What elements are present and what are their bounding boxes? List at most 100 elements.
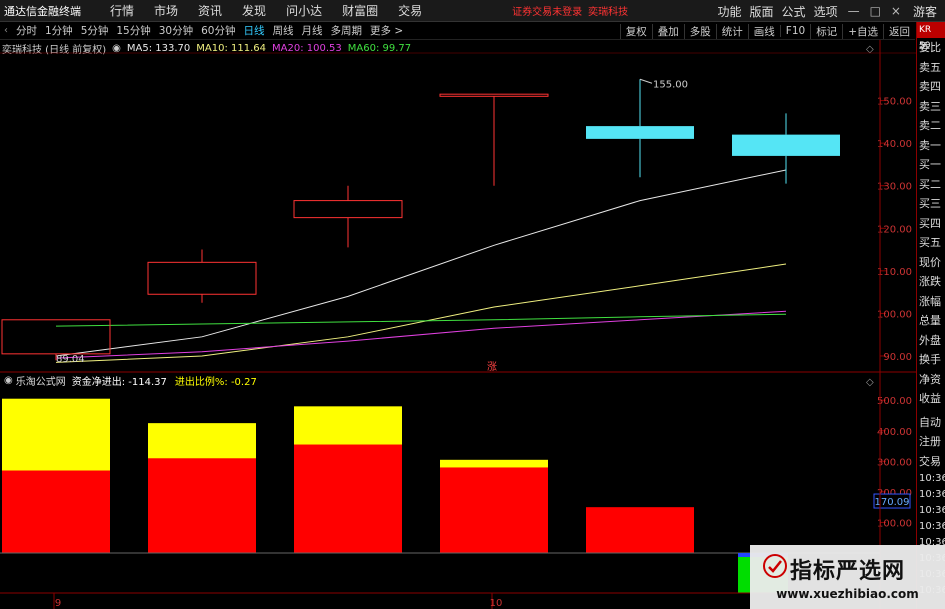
period-tabs: 分时 1分钟 5分钟 15分钟 30分钟 60分钟 日线 周线 月线 多周期 更… xyxy=(12,23,407,38)
candle-body xyxy=(1,319,111,355)
main-menu: 行情 市场 资讯 发现 问小达 财富圈 交易 xyxy=(110,2,442,19)
quote-field-label: 外盘 xyxy=(919,333,941,347)
y-tick-label: 140.00 xyxy=(877,139,912,150)
y-tick-label: 150.00 xyxy=(877,97,912,108)
title-bar: 通达信金融终端 行情 市场 资讯 发现 问小达 财富圈 交易 证券交易未登录 奕… xyxy=(0,0,945,22)
quote-field-label: 净资 xyxy=(919,372,941,386)
menu-item-markets[interactable]: 市场 xyxy=(154,2,178,19)
quote-field-label: 买一 xyxy=(919,158,941,171)
quote-field-label: 收益 xyxy=(919,392,941,405)
ma-line-ma20 xyxy=(55,310,787,359)
minimize-button[interactable]: — xyxy=(848,4,860,18)
y-tick-label: 400.00 xyxy=(877,427,912,438)
quote-field-label: 买四 xyxy=(919,216,941,230)
ma-lines xyxy=(55,169,787,363)
menu-layout[interactable]: 版面 xyxy=(750,3,774,20)
x-tick-label: 9 xyxy=(55,598,61,609)
tick-time: 10:36 xyxy=(919,505,945,516)
sub-chart-diamond-icon: ◇ xyxy=(866,377,874,388)
menu-item-wealth[interactable]: 财富圈 xyxy=(342,2,378,19)
ma-line-ma10 xyxy=(55,263,787,363)
y-tick-label: 90.00 xyxy=(883,352,912,363)
menu-formula[interactable]: 公式 xyxy=(782,3,806,20)
tool-stats[interactable]: 统计 xyxy=(715,23,748,39)
period-tab-weekly[interactable]: 周线 xyxy=(269,23,298,38)
quote-field-label: 卖三 xyxy=(919,99,941,113)
tick-time: 10:36 xyxy=(919,489,945,500)
auto-trade-label[interactable]: 交易 xyxy=(917,452,945,472)
menu-item-market[interactable]: 行情 xyxy=(110,2,134,19)
login-status[interactable]: 证券交易未登录 xyxy=(512,3,582,18)
close-button[interactable]: × xyxy=(891,4,901,18)
tool-add-favorite[interactable]: +自选 xyxy=(842,23,883,39)
candle-body xyxy=(439,93,549,97)
main-annotations: 155.00 89.04 涨 ◇ ◇ xyxy=(56,44,874,388)
auto-trade-label[interactable]: 注册 xyxy=(917,432,945,452)
limit-up-mark: 涨 xyxy=(487,361,497,373)
quote-field-label: 买二 xyxy=(919,177,941,191)
y-tick-label: 100.00 xyxy=(877,518,912,529)
tool-adjust[interactable]: 复权 xyxy=(619,23,652,39)
maximize-button[interactable]: □ xyxy=(870,4,881,18)
red-bar xyxy=(294,444,402,553)
quote-field-label: 买五 xyxy=(919,236,941,249)
quote-field-label: 卖二 xyxy=(919,119,941,132)
quote-field-label: 卖五 xyxy=(919,60,941,74)
candlesticks xyxy=(1,79,840,361)
ma-line-ma60 xyxy=(55,313,787,327)
quote-panel-header[interactable]: KR 50 xyxy=(917,22,945,51)
chart-tools: 复权 叠加 多股 统计 画线 F10 标记 +自选 返回 xyxy=(619,22,915,40)
guest-label[interactable]: 游客 xyxy=(913,3,937,20)
menu-item-discover[interactable]: 发现 xyxy=(242,2,266,19)
toolbar-left-arrow-icon[interactable]: ‹ xyxy=(0,25,12,36)
quote-field-label: 卖一 xyxy=(919,138,941,152)
x-tick-label: 10 xyxy=(490,598,503,609)
quote-field-label: 现价 xyxy=(919,255,941,269)
y-tick-label: 120.00 xyxy=(877,224,912,235)
quote-field-label: 总量 xyxy=(919,314,941,327)
watermark: 指标严选网 www.xuezhibiao.com xyxy=(750,545,945,609)
high-price-label: 155.00 xyxy=(653,79,688,90)
period-tab-30min[interactable]: 30分钟 xyxy=(155,23,197,38)
period-tab-intraday[interactable]: 分时 xyxy=(12,23,41,38)
x-axis: 9 10 xyxy=(53,593,503,609)
quote-field-label: 涨幅 xyxy=(919,294,941,308)
tool-mark[interactable]: 标记 xyxy=(810,23,842,39)
tool-draw[interactable]: 画线 xyxy=(747,23,780,39)
period-tab-15min[interactable]: 15分钟 xyxy=(112,23,154,38)
tick-time: 10:36 xyxy=(919,521,945,532)
period-tab-monthly[interactable]: 月线 xyxy=(298,23,327,38)
right-menu: 功能 版面 公式 选项 — □ × 游客 xyxy=(710,0,945,22)
menu-item-ask[interactable]: 问小达 xyxy=(286,2,322,19)
menu-function[interactable]: 功能 xyxy=(718,3,742,20)
candle-body xyxy=(147,261,257,295)
tool-back[interactable]: 返回 xyxy=(883,23,915,39)
y-tick-label: 100.00 xyxy=(877,309,912,320)
red-bar xyxy=(148,458,256,553)
y-tick-label: 130.00 xyxy=(877,182,912,193)
auto-trade-label[interactable]: 自动 xyxy=(917,413,945,433)
period-tab-5min[interactable]: 5分钟 xyxy=(77,23,113,38)
period-tab-more[interactable]: 更多 > xyxy=(366,23,407,38)
red-bar xyxy=(2,470,110,553)
tool-overlay[interactable]: 叠加 xyxy=(651,23,684,39)
watermark-url: www.xuezhibiao.com xyxy=(776,587,919,601)
period-tab-60min[interactable]: 60分钟 xyxy=(197,23,239,38)
menu-options[interactable]: 选项 xyxy=(814,3,838,20)
period-tab-1min[interactable]: 1分钟 xyxy=(41,23,77,38)
quote-panel: KR 50 委比 卖五 卖四 卖三 卖二 卖一 买一 买二 买三 买四 买五 现价 涨跌 涨幅 总量 外盘 换手… xyxy=(916,22,945,609)
period-tab-multi[interactable]: 多周期 xyxy=(327,23,367,38)
quote-field-label: 买三 xyxy=(919,197,941,210)
stock-tab-name: 奕瑞科技 xyxy=(588,7,629,18)
tool-multi-stock[interactable]: 多股 xyxy=(683,23,716,39)
menu-item-news[interactable]: 资讯 xyxy=(198,2,222,19)
low-price-label: 89.04 xyxy=(56,354,85,365)
menu-item-trade[interactable]: 交易 xyxy=(398,2,422,19)
tool-f10[interactable]: F10 xyxy=(779,25,810,37)
chart-area[interactable]: 150.00 140.00 130.00 120.00 110.00 100.00 90.0… xyxy=(0,40,916,609)
main-chart-y-axis: 150.00 140.00 130.00 120.00 110.00 100.00 90.0… xyxy=(877,97,912,363)
y-tick-label: 110.00 xyxy=(877,267,912,278)
candle-body xyxy=(732,134,840,156)
period-tab-daily[interactable]: 日线 xyxy=(240,23,269,38)
app-title: 通达信金融终端 xyxy=(4,4,81,18)
